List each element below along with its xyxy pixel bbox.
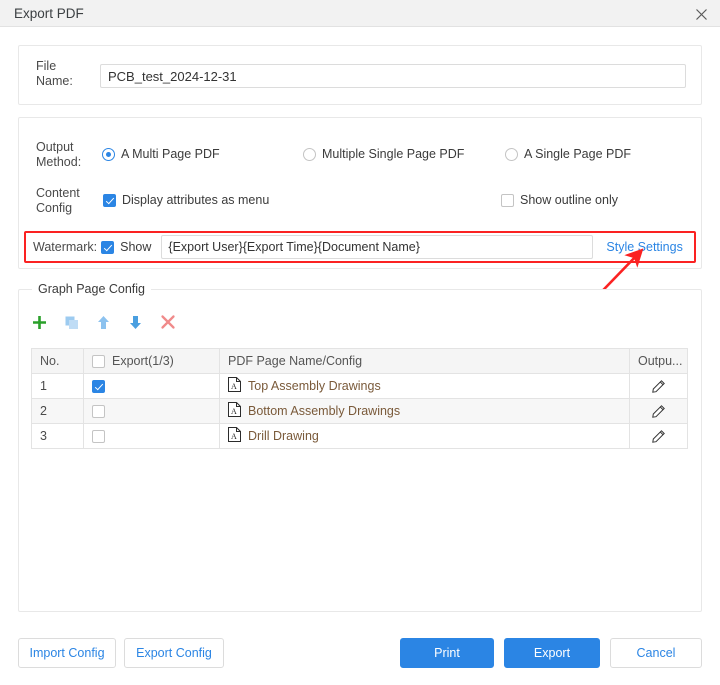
graph-page-toolbar xyxy=(30,311,177,333)
checkbox-watermark-show[interactable]: Show xyxy=(101,240,151,254)
pdf-file-icon: A xyxy=(228,427,241,445)
column-header-no: No. xyxy=(31,348,84,374)
checkbox-icon xyxy=(92,354,105,368)
move-up-icon[interactable] xyxy=(94,313,113,332)
print-button[interactable]: Print xyxy=(400,638,494,668)
cell-export[interactable] xyxy=(83,423,220,449)
cell-output[interactable] xyxy=(629,423,688,449)
checkbox-row-export[interactable] xyxy=(92,379,211,393)
output-method-label: Output Method: xyxy=(36,140,82,169)
graph-page-config-legend: Graph Page Config xyxy=(32,282,152,296)
dialog-title: Export PDF xyxy=(14,6,84,21)
cancel-button[interactable]: Cancel xyxy=(610,638,702,668)
export-pdf-dialog: Export PDF File Name: Output Method: Con… xyxy=(0,0,720,685)
radio-single-page-pdf[interactable]: A Single Page PDF xyxy=(505,147,631,161)
table-row[interactable]: 3 A Drill Drawing xyxy=(31,423,688,449)
duplicate-icon[interactable] xyxy=(62,313,81,332)
checkbox-label: Show outline only xyxy=(520,193,618,207)
edit-pencil-icon[interactable] xyxy=(638,379,679,394)
cell-export[interactable] xyxy=(83,398,220,424)
radio-icon xyxy=(505,147,518,161)
checkbox-icon xyxy=(501,193,514,207)
cell-no: 2 xyxy=(31,398,84,424)
radio-icon xyxy=(102,147,115,161)
pdf-page-name-label: Top Assembly Drawings xyxy=(248,379,381,393)
svg-text:A: A xyxy=(231,407,237,416)
table-header-row: No. Export(1/3) PDF Page Name/Config Out… xyxy=(31,348,688,374)
checkbox-row-export[interactable] xyxy=(92,404,211,418)
watermark-label: Watermark: xyxy=(33,240,98,254)
checkbox-icon xyxy=(103,193,116,207)
add-icon[interactable] xyxy=(30,313,49,332)
table-row[interactable]: 2 A Bottom Assembly Drawings xyxy=(31,398,688,424)
close-icon[interactable] xyxy=(690,3,712,25)
watermark-input[interactable] xyxy=(161,235,594,259)
cell-pdf-page-name: A Drill Drawing xyxy=(219,423,630,449)
table-row[interactable]: 1 A Top Assembly Drawings xyxy=(31,373,688,399)
export-button[interactable]: Export xyxy=(504,638,600,668)
radio-multi-page-pdf[interactable]: A Multi Page PDF xyxy=(102,147,220,161)
radio-label: A Single Page PDF xyxy=(524,147,632,161)
dialog-titlebar: Export PDF xyxy=(0,0,720,27)
svg-text:A: A xyxy=(231,382,237,391)
import-config-button[interactable]: Import Config xyxy=(18,638,116,668)
column-header-output: Outpu... xyxy=(629,348,688,374)
watermark-row: Watermark: Show Style Settings xyxy=(24,231,696,263)
checkbox-label: Show xyxy=(120,240,152,254)
cell-export[interactable] xyxy=(83,373,220,399)
radio-label: A Multi Page PDF xyxy=(121,147,220,161)
checkbox-select-all[interactable] xyxy=(92,354,105,368)
edit-pencil-icon[interactable] xyxy=(638,404,679,419)
checkbox-icon xyxy=(101,240,115,254)
checkbox-icon xyxy=(92,404,105,418)
pdf-pages-table: No. Export(1/3) PDF Page Name/Config Out… xyxy=(31,348,688,449)
cell-output[interactable] xyxy=(629,373,688,399)
checkbox-display-attributes-as-menu[interactable]: Display attributes as menu xyxy=(103,193,269,207)
cell-output[interactable] xyxy=(629,398,688,424)
file-name-input[interactable] xyxy=(100,64,686,88)
file-name-label: File Name: xyxy=(36,59,73,88)
column-header-pdf-page-name: PDF Page Name/Config xyxy=(219,348,630,374)
checkbox-label: Display attributes as menu xyxy=(122,193,270,207)
export-config-button[interactable]: Export Config xyxy=(124,638,224,668)
edit-pencil-icon[interactable] xyxy=(638,429,679,444)
radio-label: Multiple Single Page PDF xyxy=(322,147,465,161)
radio-multiple-single-page-pdf[interactable]: Multiple Single Page PDF xyxy=(303,147,464,161)
pdf-page-name-label: Drill Drawing xyxy=(248,429,319,443)
cell-pdf-page-name: A Bottom Assembly Drawings xyxy=(219,398,630,424)
pdf-file-icon: A xyxy=(228,402,241,420)
pdf-file-icon: A xyxy=(228,377,241,395)
graph-page-config-panel xyxy=(18,289,702,612)
style-settings-link[interactable]: Style Settings xyxy=(606,240,682,254)
delete-icon[interactable] xyxy=(158,313,177,332)
checkbox-icon xyxy=(92,379,105,393)
radio-icon xyxy=(303,147,316,161)
pdf-page-name-label: Bottom Assembly Drawings xyxy=(248,404,401,418)
cell-pdf-page-name: A Top Assembly Drawings xyxy=(219,373,630,399)
cell-no: 1 xyxy=(31,373,84,399)
checkbox-row-export[interactable] xyxy=(92,429,211,443)
cell-no: 3 xyxy=(31,423,84,449)
column-header-export-label: Export(1/3) xyxy=(112,354,174,368)
content-config-label: Content Config xyxy=(36,186,80,215)
column-header-export: Export(1/3) xyxy=(83,348,220,374)
move-down-icon[interactable] xyxy=(126,313,145,332)
checkbox-show-outline-only[interactable]: Show outline only xyxy=(501,193,618,207)
checkbox-icon xyxy=(92,429,105,443)
svg-text:A: A xyxy=(231,432,237,441)
